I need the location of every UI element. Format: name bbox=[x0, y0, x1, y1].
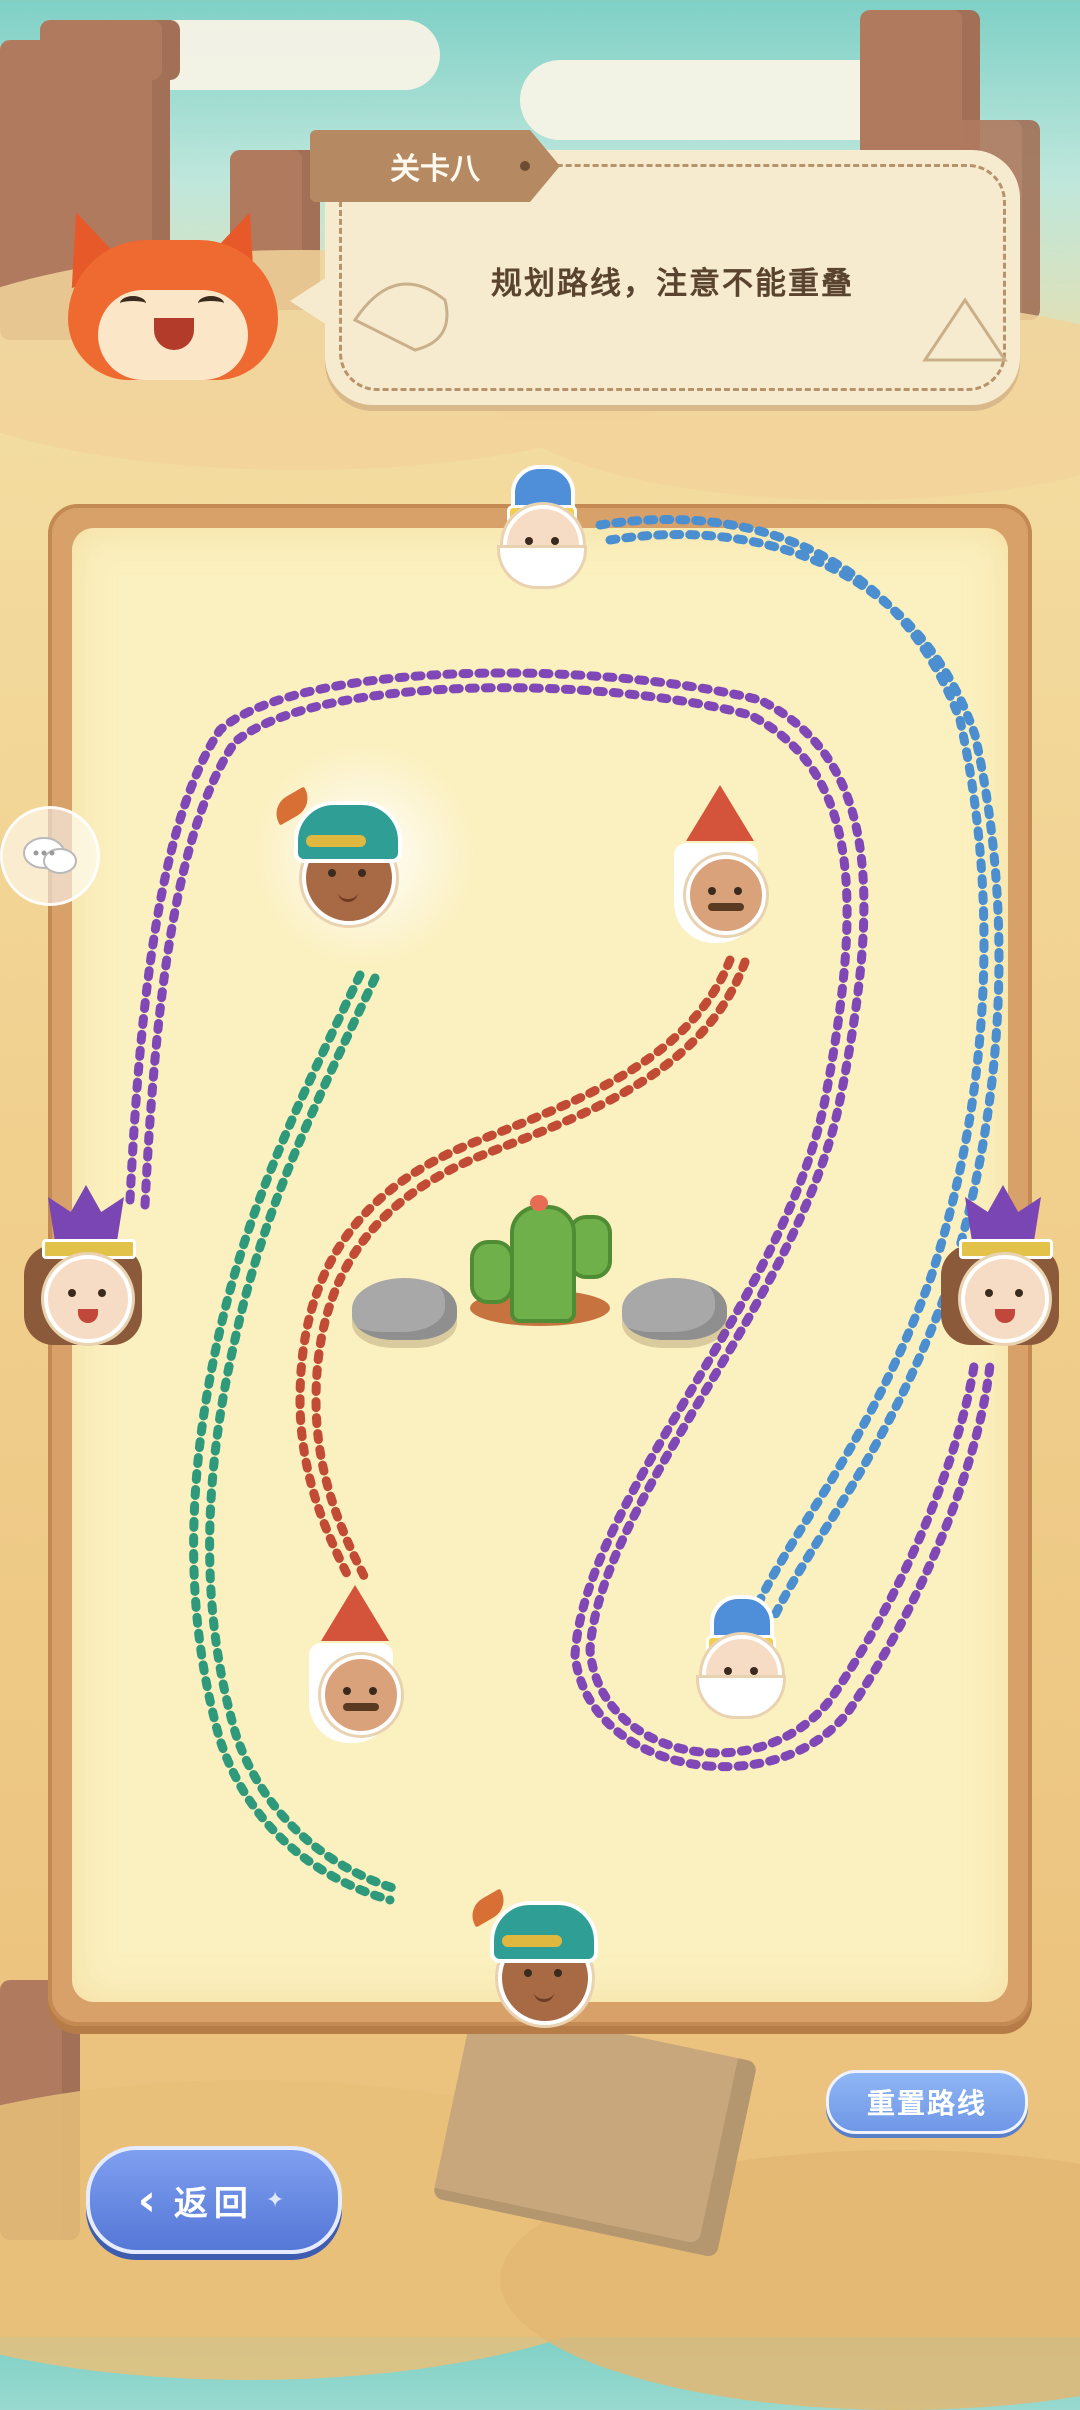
teal-turban bbox=[490, 1901, 598, 1963]
reset-route-button[interactable]: 重置路线 bbox=[826, 2070, 1028, 2134]
rock-left bbox=[352, 1278, 457, 1340]
teal-turban bbox=[294, 801, 402, 863]
reset-route-label: 重置路线 bbox=[866, 2087, 987, 2120]
turban-man-character-upper[interactable] bbox=[269, 775, 412, 935]
girl-face bbox=[44, 1255, 132, 1343]
girl-face bbox=[961, 1255, 1049, 1343]
chat-bubbles-icon bbox=[23, 837, 77, 874]
gold-beads bbox=[502, 1935, 562, 1947]
red-hat-man-character-lower[interactable] bbox=[295, 1585, 415, 1750]
purple-crown-girl-character-left[interactable] bbox=[18, 1185, 148, 1350]
red-hat-man-face bbox=[686, 855, 766, 935]
red-hat bbox=[321, 1585, 389, 1641]
gold-beads bbox=[306, 835, 366, 847]
back-arrow-icon: ‹ bbox=[137, 2174, 162, 2226]
back-button[interactable]: ‹ 返回 ✦ bbox=[86, 2146, 342, 2254]
purple-crown-hat bbox=[965, 1185, 1041, 1245]
chat-button[interactable] bbox=[0, 806, 100, 906]
red-hat-man-face bbox=[321, 1655, 401, 1735]
old-man-character-lower[interactable] bbox=[678, 1595, 798, 1740]
purple-crown-hat bbox=[48, 1185, 124, 1245]
red-hat bbox=[686, 785, 754, 841]
turban-man-character-bottom[interactable] bbox=[465, 1875, 611, 2035]
beard bbox=[696, 1675, 786, 1719]
sparkle-icon: ✦ bbox=[265, 2187, 291, 2213]
red-hat-man-character-upper[interactable] bbox=[660, 785, 780, 950]
path-green bbox=[189, 970, 395, 1905]
rock-right bbox=[622, 1278, 727, 1340]
purple-crown-girl-character-right[interactable] bbox=[935, 1185, 1065, 1350]
old-man-character-top[interactable] bbox=[483, 465, 593, 589]
beard bbox=[497, 545, 587, 589]
back-button-label: 返回 bbox=[173, 2183, 254, 2224]
